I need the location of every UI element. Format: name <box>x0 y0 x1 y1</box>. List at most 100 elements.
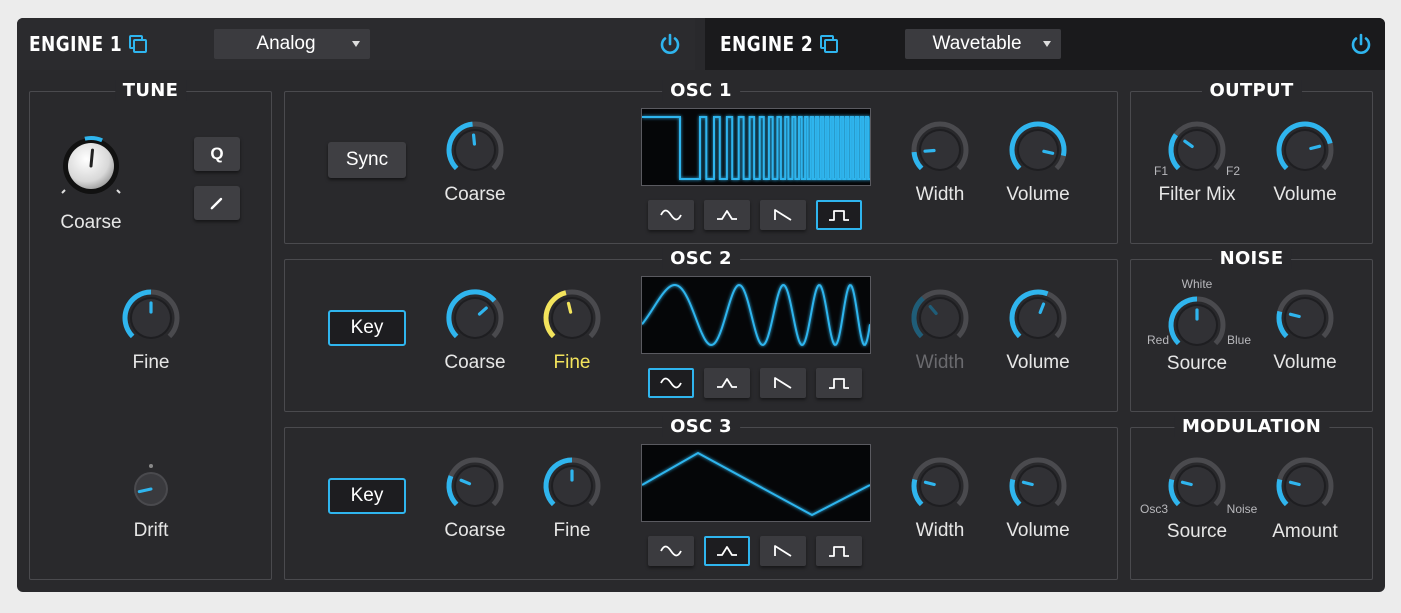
osc3-fine-label: Fine <box>553 520 591 541</box>
noise-volume-knob[interactable] <box>1274 287 1336 349</box>
noise-title: NOISE <box>1211 248 1292 269</box>
osc3-triangle-waveform <box>641 451 871 517</box>
osc2-coarse-label: Coarse <box>444 352 506 373</box>
output-filter-mix-knob[interactable] <box>1166 119 1228 181</box>
noise-source-label: Source <box>1166 353 1228 374</box>
copy-icon[interactable] <box>819 34 839 54</box>
osc3-coarse-label: Coarse <box>444 520 506 541</box>
osc3-volume-label: Volume <box>1006 520 1070 541</box>
osc3-sine-wave-button[interactable] <box>648 536 694 566</box>
pencil-icon <box>210 197 223 210</box>
osc2-sine-wave-button[interactable] <box>648 368 694 398</box>
osc2-volume-label: Volume <box>1006 352 1070 373</box>
osc2-sine-waveform <box>641 283 871 347</box>
noise-red-label: Red <box>1146 333 1170 347</box>
osc1-width-label: Width <box>915 184 965 205</box>
modulation-amount-knob[interactable] <box>1274 455 1336 517</box>
osc1-waveform-display <box>641 108 872 186</box>
modulation-source-label: Source <box>1166 521 1228 542</box>
mod-osc3-label: Osc3 <box>1139 502 1169 516</box>
noise-white-label: White <box>1181 277 1213 291</box>
osc1-sync-button[interactable]: Sync <box>328 142 406 178</box>
osc2-volume-knob[interactable] <box>1007 287 1069 349</box>
saw-wave-icon <box>774 377 792 389</box>
engine1-title: ENGINE 1 <box>29 32 123 56</box>
osc3-volume-knob[interactable] <box>1007 455 1069 517</box>
osc2-width-knob[interactable] <box>909 287 971 349</box>
osc3-width-knob[interactable] <box>909 455 971 517</box>
osc1-volume-knob[interactable] <box>1007 119 1069 181</box>
engine1-header: ENGINE 1 Analog <box>17 18 695 70</box>
power-icon[interactable] <box>658 32 682 56</box>
osc3-square-wave-button[interactable] <box>816 536 862 566</box>
osc3-saw-wave-button[interactable] <box>760 536 806 566</box>
triangle-wave-icon <box>717 210 737 220</box>
osc3-triangle-wave-button[interactable] <box>704 536 750 566</box>
osc1-volume-label: Volume <box>1006 184 1070 205</box>
square-wave-icon <box>829 546 849 557</box>
copy-icon[interactable] <box>128 34 148 54</box>
osc1-triangle-wave-button[interactable] <box>704 200 750 230</box>
engine2-title: ENGINE 2 <box>720 32 814 56</box>
output-volume-knob[interactable] <box>1274 119 1336 181</box>
tune-fine-label: Fine <box>132 352 170 373</box>
triangle-wave-icon <box>717 546 737 556</box>
square-wave-icon <box>829 210 849 221</box>
modulation-amount-label: Amount <box>1272 521 1338 542</box>
saw-wave-icon <box>774 545 792 557</box>
osc1-square-wave-button[interactable] <box>816 200 862 230</box>
chevron-down-icon <box>1043 41 1051 47</box>
tune-drift-knob[interactable] <box>131 463 171 509</box>
noise-source-knob[interactable] <box>1166 294 1228 356</box>
modulation-title: MODULATION <box>1173 416 1330 437</box>
tune-fine-knob[interactable] <box>120 287 182 349</box>
chevron-down-icon <box>352 41 360 47</box>
osc3-fine-knob[interactable] <box>541 455 603 517</box>
osc1-saw-wave-button[interactable] <box>760 200 806 230</box>
noise-blue-label: Blue <box>1226 333 1252 347</box>
engine2-model-value: Wavetable <box>932 33 1022 54</box>
osc3-key-button[interactable]: Key <box>328 478 406 514</box>
osc1-sine-wave-button[interactable] <box>648 200 694 230</box>
osc2-fine-knob[interactable] <box>541 287 603 349</box>
osc2-triangle-wave-button[interactable] <box>704 368 750 398</box>
osc3-waveform-display <box>641 444 871 522</box>
tune-title: TUNE <box>114 80 187 101</box>
power-icon[interactable] <box>1349 32 1373 56</box>
output-filter-mix-label: Filter Mix <box>1158 184 1236 205</box>
engine1-model-dropdown[interactable]: Analog <box>214 29 370 59</box>
noise-volume-label: Volume <box>1273 352 1337 373</box>
osc1-coarse-label: Coarse <box>444 184 506 205</box>
filter-mix-f1-label: F1 <box>1153 164 1169 178</box>
osc2-fine-label: Fine <box>553 352 591 373</box>
output-volume-label: Volume <box>1273 184 1337 205</box>
filter-mix-f2-label: F2 <box>1225 164 1241 178</box>
sine-wave-icon <box>660 545 682 557</box>
osc2-saw-wave-button[interactable] <box>760 368 806 398</box>
osc3-width-label: Width <box>915 520 965 541</box>
square-wave-icon <box>829 378 849 389</box>
tune-drift-label: Drift <box>133 520 169 541</box>
osc1-coarse-knob[interactable] <box>444 119 506 181</box>
osc1-width-knob[interactable] <box>909 119 971 181</box>
engine2-header: ENGINE 2 Wavetable <box>705 18 1385 70</box>
mod-noise-label: Noise <box>1226 502 1258 516</box>
synth-engine-panel: ENGINE 1 Analog ENGINE 2 Wavetable TUNE … <box>17 18 1385 592</box>
osc2-waveform-display <box>641 276 871 354</box>
triangle-wave-icon <box>717 378 737 388</box>
modulation-source-knob[interactable] <box>1166 455 1228 517</box>
osc2-square-wave-button[interactable] <box>816 368 862 398</box>
osc2-width-label: Width <box>915 352 965 373</box>
osc2-key-button[interactable]: Key <box>328 310 406 346</box>
edit-button[interactable] <box>194 186 240 220</box>
tune-coarse-knob[interactable] <box>56 131 126 201</box>
osc2-coarse-knob[interactable] <box>444 287 506 349</box>
osc1-title: OSC 1 <box>662 80 740 101</box>
sine-wave-icon <box>660 209 682 221</box>
osc3-title: OSC 3 <box>662 416 740 437</box>
saw-wave-icon <box>774 209 792 221</box>
quantize-button[interactable]: Q <box>194 137 240 171</box>
engine2-model-dropdown[interactable]: Wavetable <box>905 29 1061 59</box>
output-title: OUTPUT <box>1201 80 1302 101</box>
osc3-coarse-knob[interactable] <box>444 455 506 517</box>
